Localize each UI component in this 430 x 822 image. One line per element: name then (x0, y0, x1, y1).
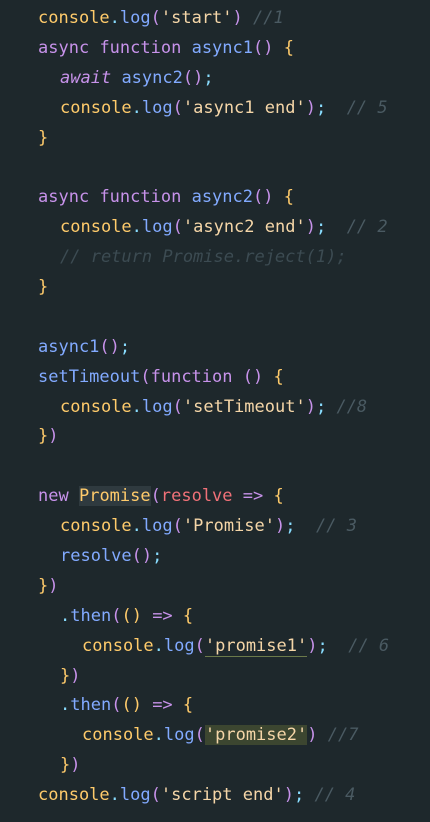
token-log: log (163, 725, 195, 746)
token-class: Promise (78, 486, 151, 507)
code-line-2: async function async1() { (38, 37, 294, 58)
token-keyword: function (99, 37, 182, 58)
code-line-19: resolve(); (60, 546, 163, 567)
code-line-12: async1(); (38, 336, 131, 357)
token-dot: . (153, 635, 164, 656)
code-line-7: async function async2() { (38, 187, 294, 208)
token-keyword: new (38, 486, 69, 507)
code-line-18: console.log('Promise'); // 3 (60, 516, 357, 537)
token-console: console (82, 635, 154, 656)
token-string: 'async2 end' (182, 217, 306, 238)
code-line-20: }) (38, 575, 59, 596)
token-comment: // 6 (348, 635, 390, 656)
token-dot: . (131, 516, 142, 537)
token-dot: . (131, 97, 142, 118)
token-log: log (163, 635, 195, 656)
token-function-name: async2 (121, 67, 183, 88)
token-comment: // return Promise.reject(1); (60, 247, 347, 268)
code-line-9: // return Promise.reject(1); (0, 243, 430, 273)
code-line-24: .then(() => { (60, 695, 194, 716)
token-log: log (141, 396, 173, 417)
code-line-5: } (38, 127, 49, 148)
token-comment: //1 (253, 8, 284, 28)
token-string: 'setTimeout' (182, 396, 306, 417)
token-keyword: function (150, 366, 233, 387)
code-line-1: console.log('start') //1 (38, 8, 284, 28)
token-log: log (141, 97, 173, 118)
code-line-3: await async2(); (60, 67, 214, 88)
token-function-name: async1 (38, 336, 100, 357)
token-function-name: async2 (191, 187, 253, 208)
token-string: 'start' (160, 8, 233, 28)
token-keyword: async (38, 187, 90, 208)
token-function-name: setTimeout (38, 366, 141, 387)
token-dot: . (109, 785, 120, 806)
token-param: resolve (160, 486, 233, 507)
token-dot: . (153, 725, 164, 746)
token-dot: . (60, 605, 71, 626)
token-console: console (38, 8, 110, 28)
code-line-10: } (38, 277, 49, 298)
code-line-8: console.log('async2 end'); // 2 (60, 217, 388, 238)
token-console: console (60, 396, 132, 417)
token-dot: . (131, 217, 142, 238)
token-comment: // 4 (314, 785, 356, 806)
token-keyword: await (60, 67, 112, 88)
token-console: console (60, 516, 132, 537)
token-console: console (82, 725, 154, 746)
token-function-name: then (70, 695, 112, 716)
token-function-name: then (70, 605, 112, 626)
token-string: 'async1 end' (182, 97, 306, 118)
code-line-17: new Promise(resolve => { (38, 486, 284, 507)
token-console: console (60, 217, 132, 238)
token-console: console (38, 785, 110, 806)
code-line-15: }) (38, 426, 59, 447)
code-line-26: }) (60, 755, 81, 776)
token-comment: // 5 (346, 97, 388, 118)
token-log: log (141, 516, 173, 537)
code-line-23: }) (60, 665, 81, 686)
token-dot: . (131, 396, 142, 417)
token-dot: . (60, 695, 71, 716)
token-comment: // 2 (346, 217, 388, 238)
code-editor[interactable]: console.log('start') //1 async function … (0, 0, 430, 822)
token-console: console (60, 97, 132, 118)
code-line-25: console.log('promise2') //7 (82, 725, 359, 746)
code-line-27: console.log('script end'); // 4 (38, 785, 356, 806)
token-function-name: async1 (191, 37, 253, 58)
code-line-22: console.log('promise1'); // 6 (82, 635, 390, 657)
token-keyword: function (99, 187, 182, 208)
code-line-14: console.log('setTimeout'); //8 (60, 396, 368, 417)
token-function-name: resolve (60, 546, 132, 567)
token-keyword: async (38, 37, 90, 58)
token-string: 'Promise' (182, 516, 275, 537)
token-comment: //7 (327, 725, 359, 746)
token-log: log (119, 785, 151, 806)
token-log: log (119, 8, 151, 28)
token-dot: . (109, 8, 120, 28)
token-string: 'script end' (160, 785, 284, 806)
code-line-21: .then(() => { (60, 605, 194, 626)
token-comment: // 3 (315, 516, 357, 537)
token-string: 'promise1' (204, 635, 308, 657)
token-log: log (141, 217, 173, 238)
token-string: 'promise2' (204, 725, 308, 746)
code-line-13: setTimeout(function () { (38, 366, 284, 387)
code-line-4: console.log('async1 end'); // 5 (60, 97, 388, 118)
token-comment: //8 (336, 396, 368, 417)
